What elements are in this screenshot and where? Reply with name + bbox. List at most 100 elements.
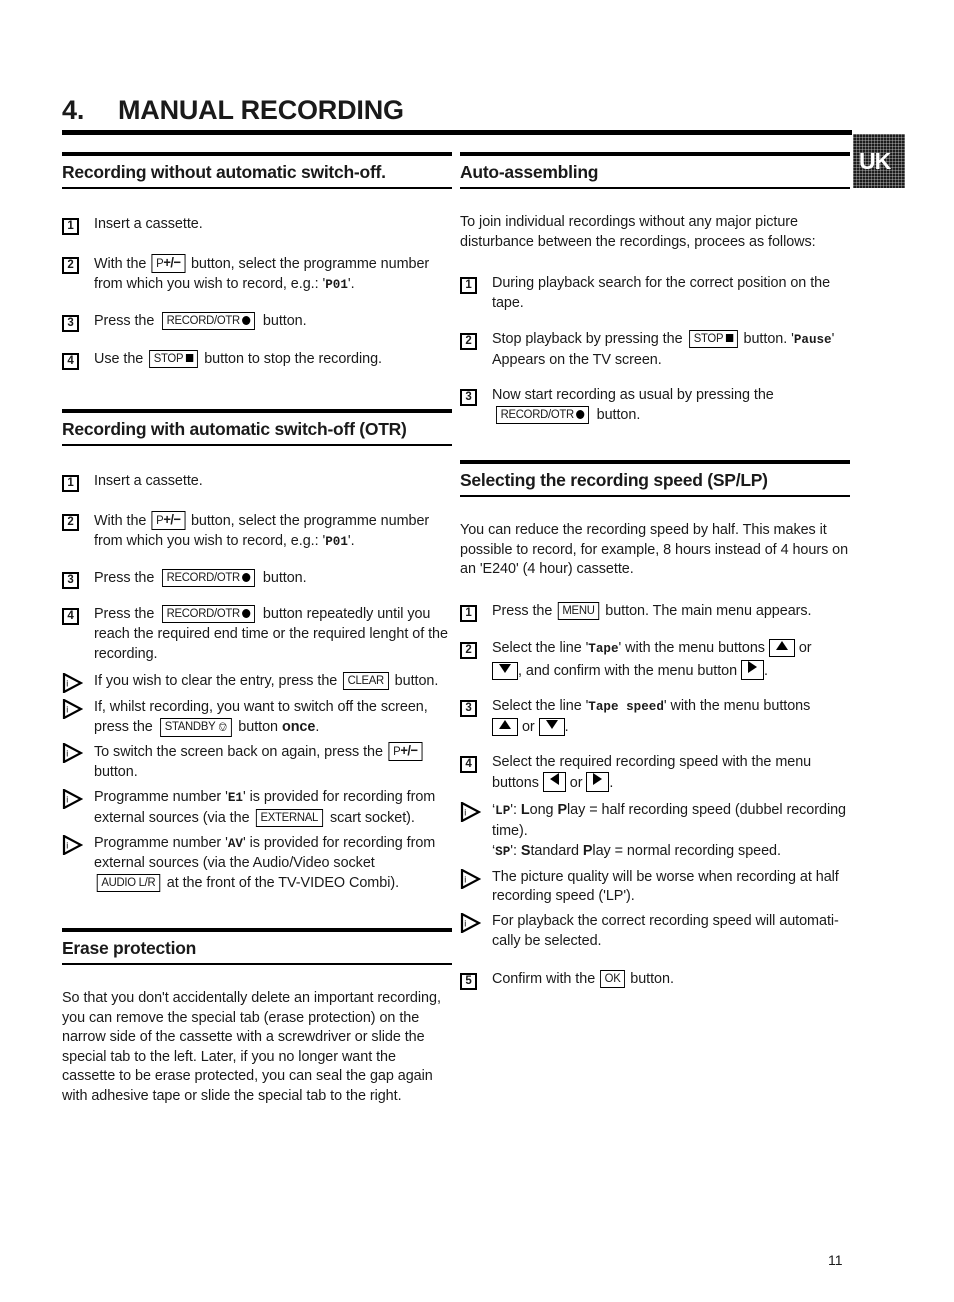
step-item: 4 Select the required recording speed wi… <box>460 753 850 795</box>
info-text: ‘LP': Long Play = half recording speed (… <box>492 802 847 859</box>
record-dot-icon <box>242 609 251 619</box>
key-menu-down[interactable] <box>492 662 518 681</box>
step-marker: 3 <box>460 386 492 407</box>
step-text-run: button. <box>262 312 307 329</box>
info-text-run: tandard <box>530 842 583 859</box>
section-recording-with-switch-off-otr: Recording with automatic switch-off (OTR… <box>62 409 452 447</box>
display-value-e1: E1 <box>227 791 243 805</box>
step-text-run: During playback search for the correct p… <box>492 275 831 311</box>
key-label: P <box>392 744 401 759</box>
info-text-run: button. <box>94 764 138 781</box>
info-triangle-icon: i <box>62 789 83 809</box>
step-text-run: Appears on the TV screen. <box>492 351 662 368</box>
step-item: 3 Press the RECORD/OTR button. <box>62 311 452 333</box>
chapter-header: 4. MANUAL RECORDING <box>62 95 852 135</box>
info-marker: i <box>62 834 94 855</box>
step-marker: 1 <box>460 602 492 623</box>
emphasis-once: once <box>281 718 316 735</box>
step-text-run: Select the line ' <box>492 697 589 714</box>
language-badge-uk: UK <box>853 134 905 188</box>
key-menu-right[interactable] <box>586 772 610 793</box>
info-text-run: Programme number ' <box>94 789 228 805</box>
info-triangle-icon: i <box>460 868 481 889</box>
info-text-run: ong <box>529 802 558 819</box>
key-p-plus-minus[interactable]: P+/− <box>388 742 423 762</box>
key-record-otr[interactable]: RECORD/OTR <box>162 311 255 330</box>
step-text-run: from which you wish to record, e.g.: ' <box>94 275 326 292</box>
step-text: Use the STOP button to stop the recordin… <box>94 350 452 370</box>
power-icon: ⎊ <box>217 719 227 734</box>
right-column: Auto-assembling To join individual recor… <box>460 152 850 990</box>
key-record-otr[interactable]: RECORD/OTR <box>162 605 255 624</box>
key-label: STOP <box>153 351 184 366</box>
step-item: 1 During playback search for the correct… <box>460 274 850 314</box>
step-item: 3 Select the line 'Tape speed' with the … <box>460 697 850 738</box>
key-label: RECORD/OTR <box>166 312 241 327</box>
key-p-plus-minus[interactable]: P+/− <box>151 511 186 531</box>
info-text: Programme number 'E1' is provided for re… <box>94 788 452 829</box>
info-text-run: ' is provided for recording from <box>242 834 436 851</box>
svg-text:i: i <box>464 874 466 884</box>
step-item: 2 With the P+/− button, select the progr… <box>62 253 452 296</box>
svg-text:i: i <box>66 678 68 688</box>
info-text-run: at the front of the TV-VIDEO Combi). <box>166 875 400 892</box>
section-title: Recording with automatic switch-off (OTR… <box>62 419 407 440</box>
section-recording-without-switch-off: Recording without automatic switch-off. <box>62 152 452 190</box>
step-text-run: With the <box>94 513 147 530</box>
key-menu-up[interactable] <box>492 717 518 736</box>
step-number: 2 <box>460 642 477 660</box>
chapter-number: 4. <box>62 95 85 125</box>
key-stop[interactable]: STOP <box>688 329 738 348</box>
display-value-lp: LP <box>495 804 511 819</box>
key-clear[interactable]: CLEAR <box>343 671 389 690</box>
key-record-otr[interactable]: RECORD/OTR <box>162 568 255 587</box>
display-value-pause: Pause <box>793 332 832 347</box>
key-audio-lr[interactable]: AUDIO L/R <box>96 874 161 893</box>
info-marker: i <box>62 788 94 809</box>
info-text-run: The picture quality will be worse when r… <box>492 868 839 885</box>
step-marker: 3 <box>62 569 94 590</box>
info-text-run: ': <box>510 842 521 859</box>
info-item: i The picture quality will be worse when… <box>460 868 850 908</box>
info-text-run: To switch the screen back on again, pres… <box>94 744 383 761</box>
display-value-p01: P01 <box>325 277 348 292</box>
info-text-run: cally be selected. <box>492 932 602 949</box>
key-standby[interactable]: STANDBY ⎊ <box>159 717 232 737</box>
key-label: STANDBY <box>164 718 216 733</box>
step-item: 2 With the P+/− button, select the progr… <box>62 511 452 553</box>
key-menu-down[interactable] <box>538 717 565 736</box>
step-marker: 4 <box>62 350 94 371</box>
info-marker: i <box>460 801 492 823</box>
step-text-run: ' <box>831 330 835 347</box>
key-menu[interactable]: MENU <box>558 601 600 620</box>
section-title: Selecting the recording speed (SP/LP) <box>460 469 768 490</box>
section-title: Erase protection <box>62 937 197 958</box>
step-text: With the P+/− button, select the program… <box>94 511 452 553</box>
info-triangle-icon: i <box>62 672 83 693</box>
key-p-plus-minus[interactable]: P+/− <box>151 253 186 273</box>
arrow-up-icon <box>775 641 788 651</box>
key-menu-right[interactable] <box>741 660 765 681</box>
info-item: i For playback the correct recording spe… <box>460 912 850 952</box>
key-menu-up[interactable] <box>768 639 795 658</box>
step-item: 1 Insert a cassette. <box>62 215 452 236</box>
step-text-run: button. <box>630 970 674 987</box>
svg-text:i: i <box>464 808 466 818</box>
step-number: 3 <box>460 389 477 407</box>
key-menu-left[interactable] <box>542 772 566 793</box>
arrow-down-icon <box>545 719 558 729</box>
display-value-tape-speed: Tape speed <box>588 699 664 714</box>
step-item: 2 Stop playback by pressing the STOP but… <box>460 329 850 371</box>
info-text-run: time). <box>492 822 528 839</box>
key-ok[interactable]: OK <box>600 969 626 988</box>
step-number: 3 <box>62 314 79 332</box>
step-number: 3 <box>460 699 477 717</box>
step-text: Stop playback by pressing the STOP butto… <box>492 329 850 371</box>
info-text-run: external sources (via the <box>94 809 250 826</box>
step-text-run: or <box>569 775 583 792</box>
key-stop[interactable]: STOP <box>149 350 199 369</box>
key-record-otr[interactable]: RECORD/OTR <box>496 406 589 425</box>
key-external[interactable]: EXTERNAL <box>256 808 324 827</box>
info-triangle-icon: i <box>62 698 83 719</box>
step-number: 1 <box>62 475 79 493</box>
